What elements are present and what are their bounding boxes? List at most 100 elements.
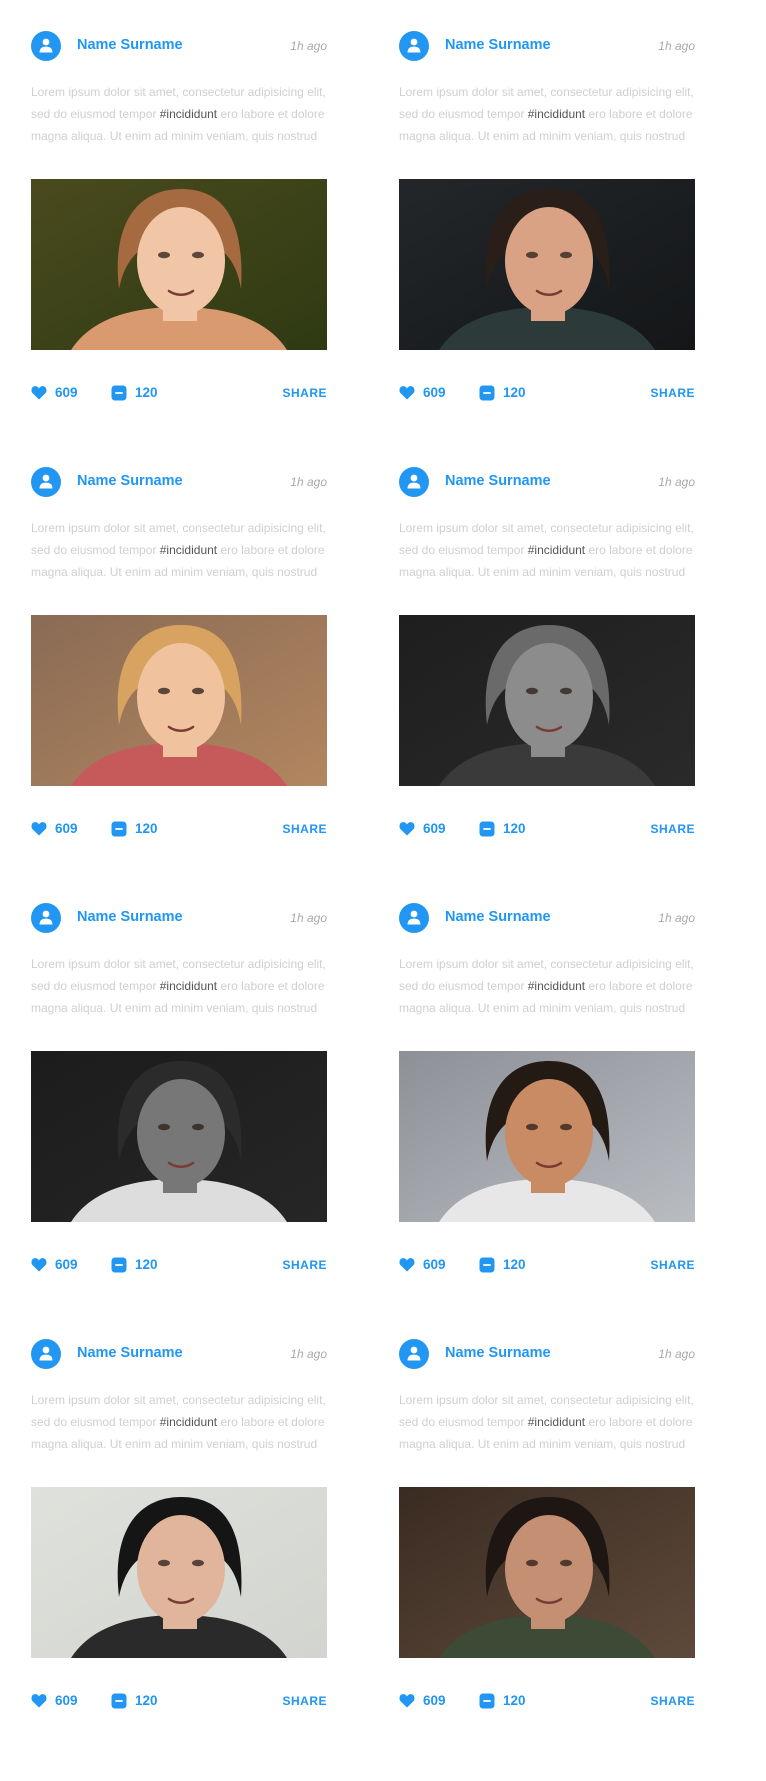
author-name[interactable]: Name Surname <box>445 1345 551 1361</box>
heart-icon <box>399 1258 415 1272</box>
post-card: Name Surname 1h ago Lorem ipsum dolor si… <box>399 1339 695 1719</box>
like-count: 609 <box>423 821 446 836</box>
share-button[interactable]: SHARE <box>282 1258 327 1272</box>
post-grid: Name Surname 1h ago Lorem ipsum dolor si… <box>0 0 766 1781</box>
post-card: Name Surname 1h ago Lorem ipsum dolor si… <box>399 467 695 847</box>
author-name[interactable]: Name Surname <box>77 909 183 925</box>
hashtag-link[interactable]: #incididunt <box>528 1415 585 1429</box>
hashtag-link[interactable]: #incididunt <box>160 1415 217 1429</box>
avatar[interactable] <box>31 467 61 497</box>
post-header: Name Surname 1h ago <box>31 903 327 933</box>
author-name[interactable]: Name Surname <box>445 37 551 53</box>
comment-icon <box>111 821 127 837</box>
post-time: 1h ago <box>290 911 327 925</box>
user-icon <box>407 1346 421 1361</box>
post-header: Name Surname 1h ago <box>399 31 695 61</box>
avatar[interactable] <box>399 467 429 497</box>
heart-icon <box>399 822 415 836</box>
post-header: Name Surname 1h ago <box>399 903 695 933</box>
hashtag-link[interactable]: #incididunt <box>528 107 585 121</box>
avatar[interactable] <box>31 31 61 61</box>
avatar[interactable] <box>399 903 429 933</box>
like-count: 609 <box>55 385 78 400</box>
share-button[interactable]: SHARE <box>650 1694 695 1708</box>
post-time: 1h ago <box>290 39 327 53</box>
heart-icon <box>31 822 47 836</box>
heart-icon <box>31 1258 47 1272</box>
post-actions: 609 120 SHARE <box>31 1691 327 1711</box>
comment-count: 120 <box>503 821 526 836</box>
portrait-image <box>31 615 327 786</box>
post-header: Name Surname 1h ago <box>31 31 327 61</box>
user-icon <box>407 38 421 53</box>
post-photo[interactable] <box>31 615 327 786</box>
hashtag-link[interactable]: #incididunt <box>528 543 585 557</box>
user-icon <box>39 474 53 489</box>
user-icon <box>39 910 53 925</box>
post-photo[interactable] <box>31 1051 327 1222</box>
post-time: 1h ago <box>658 1347 695 1361</box>
heart-icon <box>31 386 47 400</box>
post-photo[interactable] <box>31 1487 327 1658</box>
author-name[interactable]: Name Surname <box>77 37 183 53</box>
user-icon <box>407 910 421 925</box>
comment-icon <box>479 1693 495 1709</box>
post-actions: 609 120 SHARE <box>399 819 695 839</box>
post-photo[interactable] <box>399 1487 695 1658</box>
author-name[interactable]: Name Surname <box>445 909 551 925</box>
post-actions: 609 120 SHARE <box>399 1255 695 1275</box>
comment-count: 120 <box>135 1257 158 1272</box>
like-count: 609 <box>55 1257 78 1272</box>
post-photo[interactable] <box>399 179 695 350</box>
post-card: Name Surname 1h ago Lorem ipsum dolor si… <box>31 467 327 847</box>
post-card: Name Surname 1h ago Lorem ipsum dolor si… <box>399 903 695 1283</box>
post-photo[interactable] <box>399 615 695 786</box>
share-button[interactable]: SHARE <box>650 1258 695 1272</box>
author-name[interactable]: Name Surname <box>445 473 551 489</box>
post-photo[interactable] <box>31 179 327 350</box>
post-header: Name Surname 1h ago <box>399 467 695 497</box>
author-name[interactable]: Name Surname <box>77 473 183 489</box>
post-actions: 609 120 SHARE <box>31 383 327 403</box>
comment-icon <box>111 1693 127 1709</box>
hashtag-link[interactable]: #incididunt <box>160 979 217 993</box>
comment-count: 120 <box>503 1693 526 1708</box>
comment-icon <box>111 1257 127 1273</box>
share-button[interactable]: SHARE <box>650 822 695 836</box>
post-actions: 609 120 SHARE <box>399 1691 695 1711</box>
hashtag-link[interactable]: #incididunt <box>160 107 217 121</box>
portrait-image <box>399 1487 695 1658</box>
avatar[interactable] <box>399 1339 429 1369</box>
avatar[interactable] <box>399 31 429 61</box>
avatar[interactable] <box>31 903 61 933</box>
share-button[interactable]: SHARE <box>282 1694 327 1708</box>
share-button[interactable]: SHARE <box>282 822 327 836</box>
post-text: Lorem ipsum dolor sit amet, consectetur … <box>399 81 699 147</box>
comment-count: 120 <box>135 1693 158 1708</box>
hashtag-link[interactable]: #incididunt <box>528 979 585 993</box>
user-icon <box>39 1346 53 1361</box>
post-actions: 609 120 SHARE <box>31 1255 327 1275</box>
post-actions: 609 120 SHARE <box>399 383 695 403</box>
post-card: Name Surname 1h ago Lorem ipsum dolor si… <box>31 31 327 411</box>
like-count: 609 <box>55 821 78 836</box>
post-time: 1h ago <box>658 475 695 489</box>
post-text: Lorem ipsum dolor sit amet, consectetur … <box>31 517 331 583</box>
comment-icon <box>111 385 127 401</box>
hashtag-link[interactable]: #incididunt <box>160 543 217 557</box>
share-button[interactable]: SHARE <box>282 386 327 400</box>
like-count: 609 <box>423 1257 446 1272</box>
post-header: Name Surname 1h ago <box>31 1339 327 1369</box>
portrait-image <box>399 615 695 786</box>
portrait-image <box>31 1051 327 1222</box>
heart-icon <box>399 386 415 400</box>
share-button[interactable]: SHARE <box>650 386 695 400</box>
heart-icon <box>31 1694 47 1708</box>
post-text: Lorem ipsum dolor sit amet, consectetur … <box>31 1389 331 1455</box>
post-photo[interactable] <box>399 1051 695 1222</box>
avatar[interactable] <box>31 1339 61 1369</box>
comment-count: 120 <box>135 821 158 836</box>
post-time: 1h ago <box>658 39 695 53</box>
author-name[interactable]: Name Surname <box>77 1345 183 1361</box>
post-card: Name Surname 1h ago Lorem ipsum dolor si… <box>31 1339 327 1719</box>
